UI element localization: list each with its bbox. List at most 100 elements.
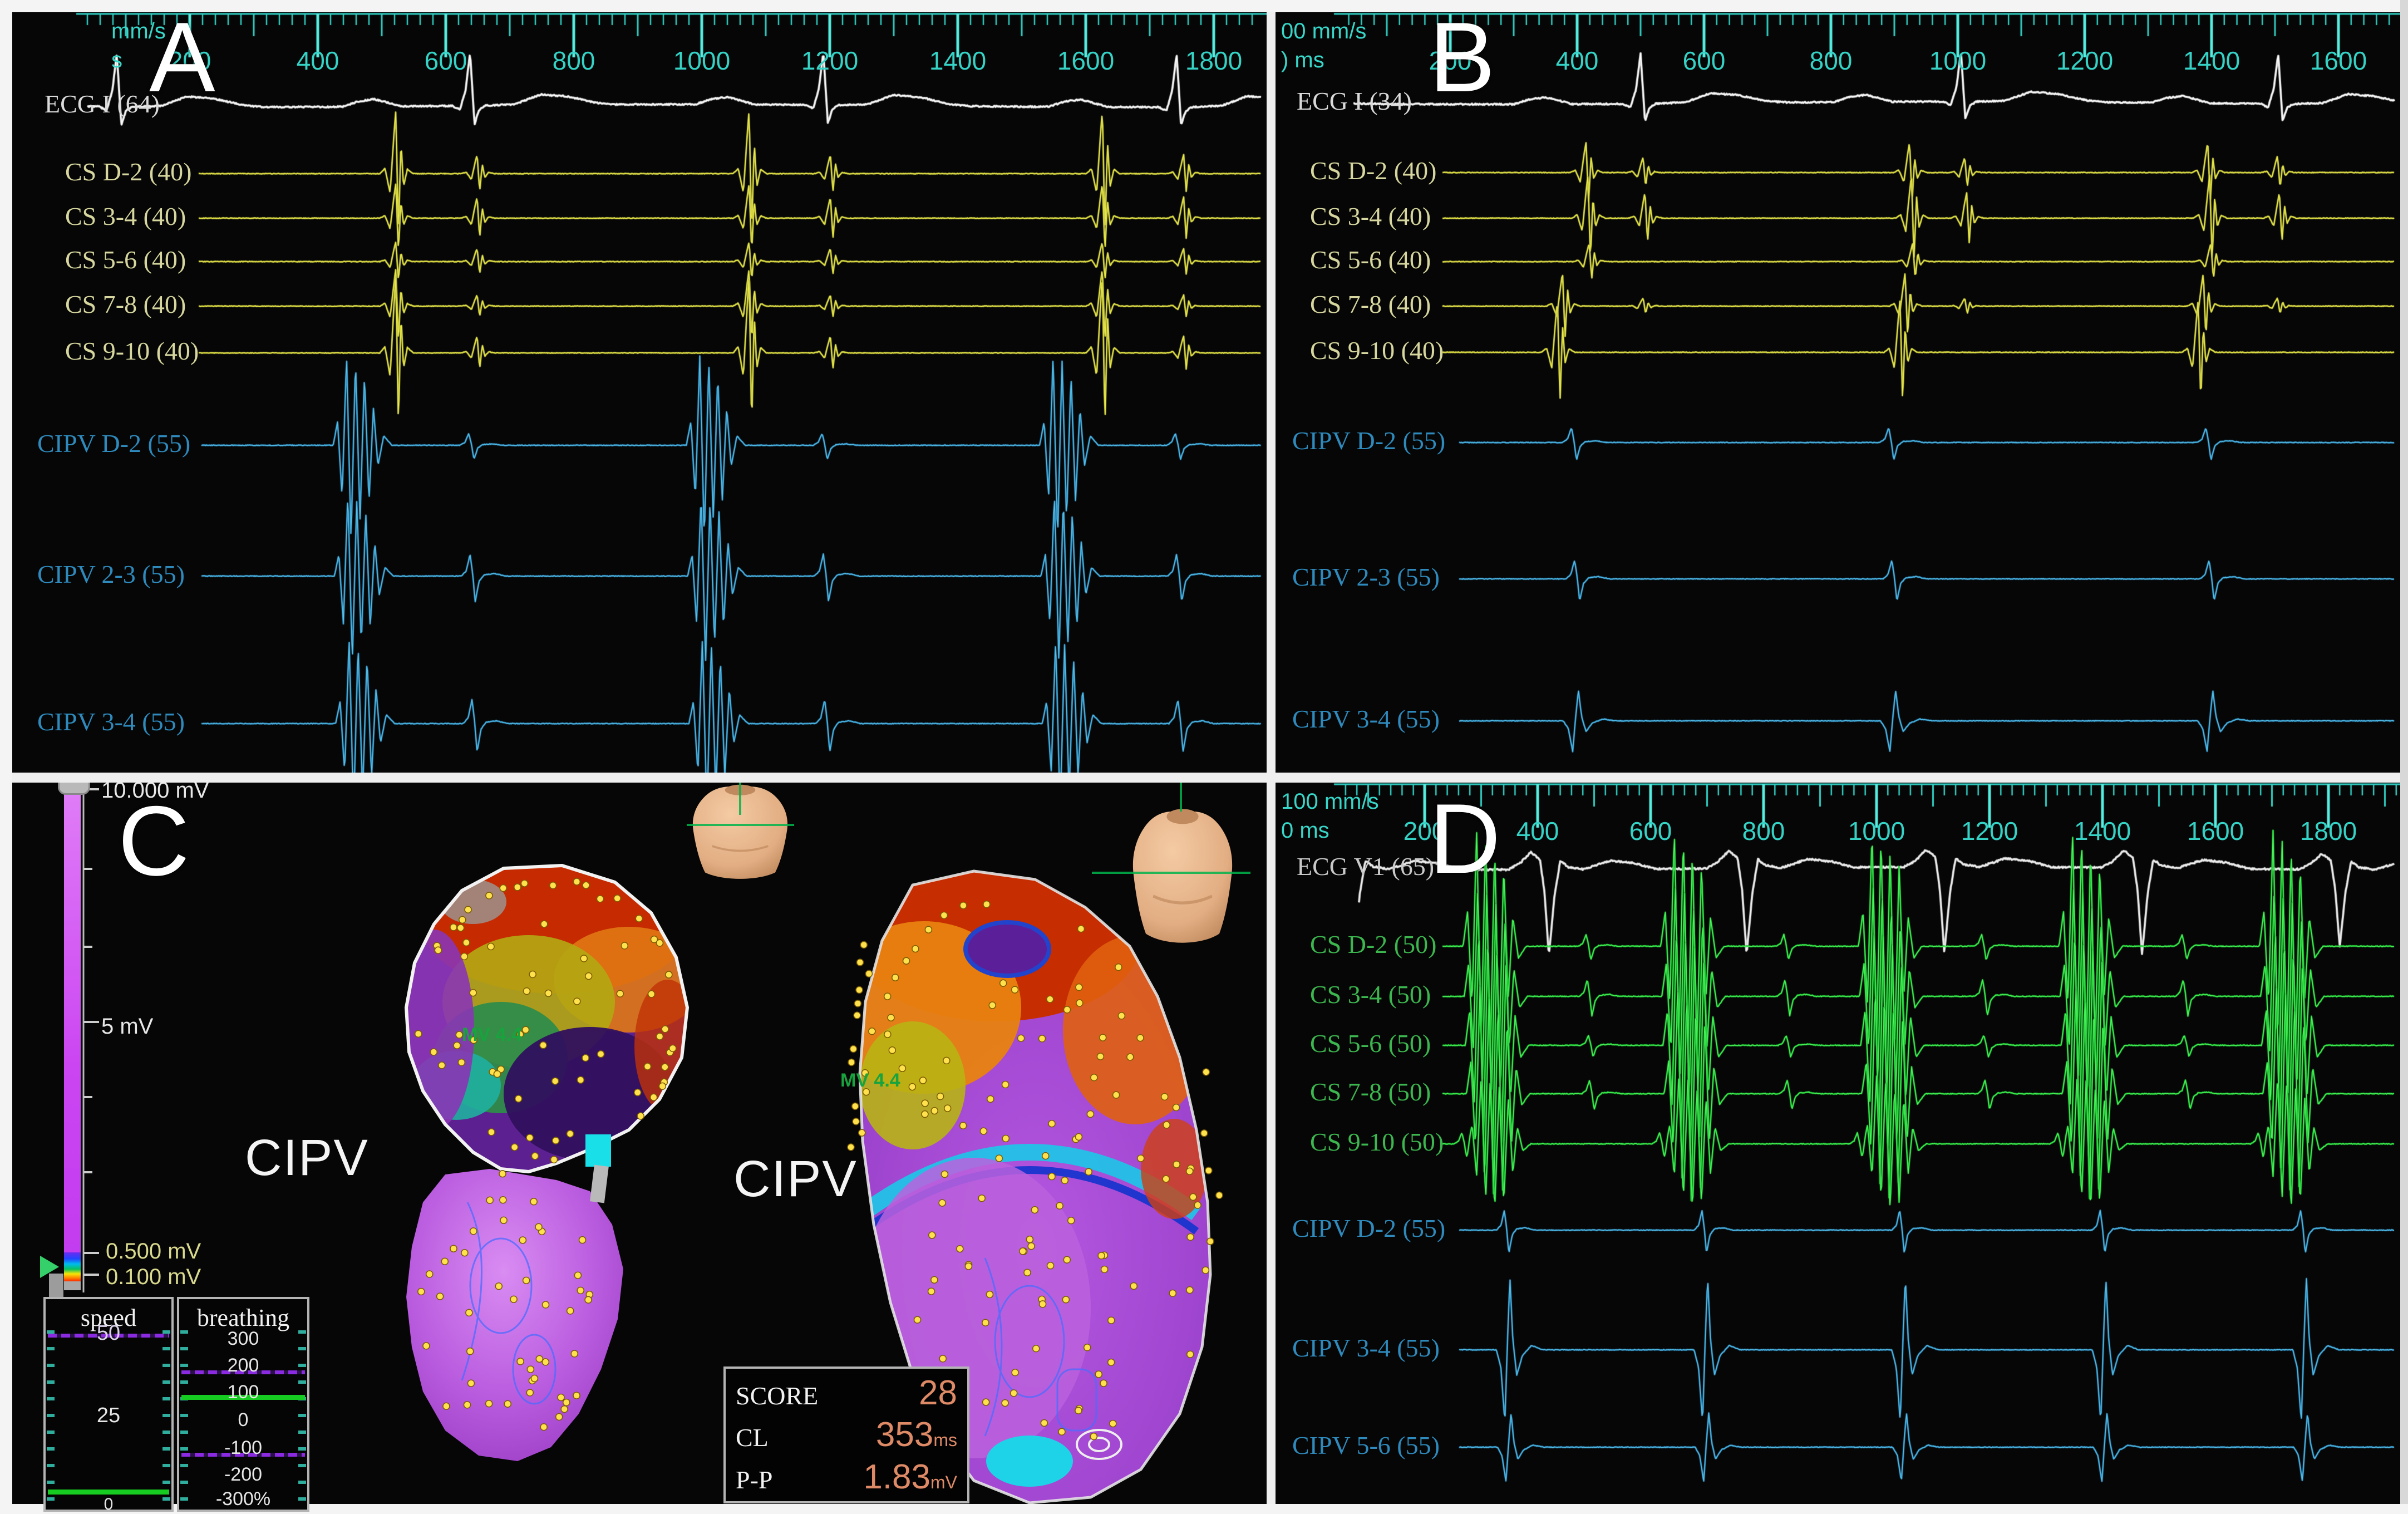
panel-letter-d: D <box>1429 789 1501 888</box>
ruler-tick-label: 1600 <box>2299 46 2377 76</box>
score-box: SCORE 28 CL 353ms P-P 1.83mV <box>723 1366 969 1503</box>
channel-label: CIPV 2-3 (55) <box>1292 562 1440 592</box>
sweep-speed-label-d: 100 mm/s 0 ms <box>1281 787 1379 845</box>
mv-tag-left: MV 4.4 <box>462 1024 522 1046</box>
ruler-tick-label: 800 <box>535 46 613 76</box>
speed-gauge[interactable]: speed 50 25 0 <box>43 1297 174 1512</box>
score-row: SCORE 28 <box>736 1373 957 1413</box>
ruler-tick-label: 1600 <box>2176 816 2254 846</box>
voltage-colorbar[interactable] <box>64 789 81 1252</box>
breathing-scale-value: -200 <box>179 1464 307 1486</box>
signal-panel-b[interactable] <box>1276 12 2400 773</box>
speed-bottom-value: 0 <box>46 1495 171 1514</box>
breathing-scale-value: 100 <box>179 1382 307 1403</box>
ruler-tick-label: 1200 <box>1951 816 2028 846</box>
channel-label: CS 7-8 (40) <box>1310 289 1431 319</box>
channel-label: CIPV 5-6 (55) <box>1292 1431 1440 1460</box>
ruler-tick-label: 1200 <box>791 46 869 76</box>
panel-letter-c: C <box>118 792 190 891</box>
channel-label: ECG I (34) <box>1297 86 1412 116</box>
channel-label: CS 5-6 (50) <box>1310 1029 1431 1058</box>
channel-label: CIPV 3-4 (55) <box>1292 1333 1440 1363</box>
breathing-scale-value: 300 <box>179 1328 307 1350</box>
ruler-tick-label: 800 <box>1792 46 1870 76</box>
signal-panel-a[interactable] <box>12 12 1267 773</box>
sweep-speed-value: 00 mm/s <box>1281 17 1366 46</box>
ruler-tick-label: 600 <box>1612 816 1690 846</box>
ruler-tick-label: 1000 <box>1838 816 1915 846</box>
cl-unit: ms <box>933 1430 957 1450</box>
ruler-tick-label: 600 <box>407 46 485 76</box>
speed-current-line[interactable] <box>48 1490 169 1495</box>
ruler-tick-label: 1200 <box>2046 46 2124 76</box>
ruler-tick-label: 1800 <box>2289 816 2367 846</box>
mv-tag-right: MV 4.4 <box>840 1070 900 1092</box>
colorbar-threshold-low-label: 0.100 mV <box>106 1265 201 1290</box>
channel-label: CS 3-4 (50) <box>1310 980 1431 1009</box>
channel-label: CS 9-10 (40) <box>1310 336 1444 365</box>
ruler-tick-label: 1600 <box>1047 46 1125 76</box>
ruler-tick-label: 1400 <box>2064 816 2141 846</box>
cl-label: CL <box>736 1423 769 1452</box>
pp-row: P-P 1.83mV <box>736 1457 957 1497</box>
pp-unit: mV <box>930 1472 957 1492</box>
left-map-voltage-surface[interactable] <box>394 855 704 1183</box>
channel-label: CS 3-4 (40) <box>65 201 186 231</box>
channel-label: CIPV 2-3 (55) <box>37 559 185 589</box>
catheter-tip-icon <box>585 1134 611 1167</box>
channel-label: CIPV D-2 (55) <box>1292 426 1445 455</box>
colorbar-mid-label: 5 mV <box>101 1014 153 1039</box>
time-unit-label: ) ms <box>1281 46 1366 75</box>
cl-row: CL 353ms <box>736 1415 957 1454</box>
speed-mid-value: 25 <box>46 1404 171 1428</box>
panel-letter-b: B <box>1429 8 1495 107</box>
voltage-colorbar-tip <box>64 1281 81 1290</box>
cl-value: 353 <box>876 1415 933 1454</box>
time-unit-label: 0 ms <box>1281 816 1379 845</box>
breathing-gauge[interactable]: breathing 3002001000-100-200-300% <box>177 1297 309 1512</box>
ruler-tick-label: 800 <box>1725 816 1803 846</box>
channel-label: CS 5-6 (40) <box>1310 245 1431 274</box>
breathing-scale-value: -300% <box>179 1488 307 1510</box>
channel-label: CS 7-8 (50) <box>1310 1077 1431 1107</box>
channel-label: CS D-2 (50) <box>1310 930 1436 959</box>
channel-label: CIPV D-2 (55) <box>1292 1213 1445 1243</box>
ruler-tick-label: 1400 <box>2173 46 2251 76</box>
channel-label: CS 9-10 (50) <box>1310 1127 1444 1157</box>
divider-horizontal <box>12 773 2400 783</box>
colorbar-lower-handle-icon[interactable] <box>40 1256 59 1278</box>
left-map-sleeve[interactable] <box>406 1169 623 1461</box>
channel-label: ECG V1 (65) <box>1297 852 1434 881</box>
waveform-canvas-a[interactable] <box>12 12 1267 773</box>
pp-value: 1.83 <box>863 1458 930 1496</box>
channel-label: CS 5-6 (40) <box>65 245 186 274</box>
voltage-colorbar-rainbow <box>64 1252 81 1281</box>
panel-letter-a: A <box>149 8 215 107</box>
ruler-tick-label: 1000 <box>663 46 741 76</box>
ruler-tick-label: 1800 <box>1175 46 1253 76</box>
frame-right <box>2400 0 2408 1514</box>
frame-bottom <box>0 1504 2408 1514</box>
score-label: SCORE <box>736 1381 818 1410</box>
channel-label: CIPV 3-4 (55) <box>37 707 185 736</box>
catheter-shaft-icon <box>590 1165 609 1203</box>
pp-label: P-P <box>736 1465 772 1495</box>
ruler-tick-label: 600 <box>1665 46 1743 76</box>
breathing-scale-value: -100 <box>179 1437 307 1459</box>
channel-label: CS 3-4 (40) <box>1310 201 1431 231</box>
ruler-tick-label: 400 <box>1499 816 1577 846</box>
ruler-tick-label: 400 <box>279 46 357 76</box>
score-value: 28 <box>919 1373 957 1413</box>
sweep-speed-label-b: 00 mm/s ) ms <box>1281 17 1366 75</box>
ep-workstation-screenshot: { "panels": { "A": { "letter": "A", "cor… <box>0 0 2408 1514</box>
channel-label: CS D-2 (40) <box>1310 156 1436 185</box>
ruler-tick-label: 1000 <box>1919 46 1997 76</box>
waveform-canvas-b[interactable] <box>1276 12 2400 773</box>
ruler-tick-label: 1400 <box>919 46 997 76</box>
channel-label: CS 7-8 (40) <box>65 289 186 319</box>
torso-icon-right[interactable] <box>1133 809 1232 942</box>
colorbar-ticks <box>82 783 105 1300</box>
breathing-scale-value: 200 <box>179 1355 307 1377</box>
sweep-speed-value: 100 mm/s <box>1281 787 1379 816</box>
divider-vertical <box>1267 12 1276 1504</box>
